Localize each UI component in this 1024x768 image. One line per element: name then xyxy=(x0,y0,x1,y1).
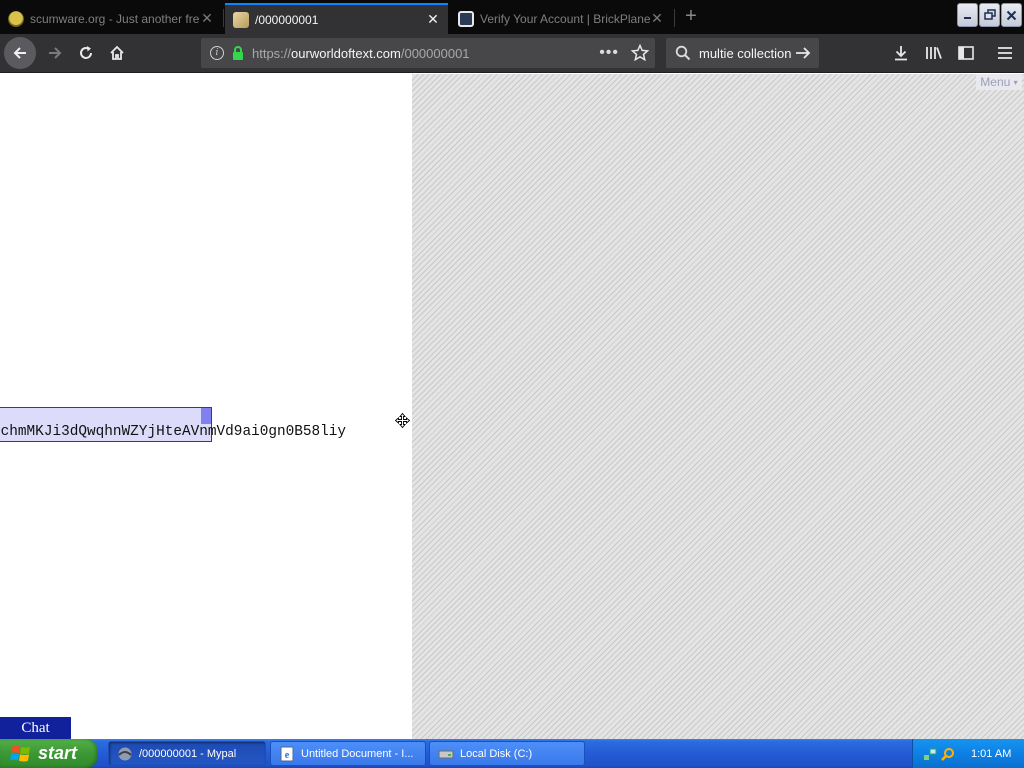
search-query: multie collection xyxy=(699,45,792,61)
restore-icon xyxy=(983,9,996,20)
tab-title: /000000001 xyxy=(255,12,319,27)
library-button[interactable] xyxy=(920,38,948,68)
reload-icon xyxy=(80,46,92,59)
map-scroll-favicon-icon xyxy=(233,11,249,28)
tab-title: Verify Your Account | BrickPlanet xyxy=(480,11,650,26)
chevron-down-icon: ▾ xyxy=(1013,77,1018,87)
tab-separator xyxy=(674,9,675,27)
url-scheme: https:// xyxy=(252,45,292,61)
taskbar-item-label: /000000001 - Mypal xyxy=(139,747,237,760)
svg-text:e: e xyxy=(285,750,290,761)
brickplanet-favicon-icon xyxy=(458,10,474,27)
minimize-button[interactable] xyxy=(957,3,978,27)
tab-ourworldoftext[interactable]: /000000001 ✕ xyxy=(225,3,448,34)
restore-button[interactable] xyxy=(979,3,1000,27)
search-magnifier-icon[interactable] xyxy=(941,747,955,761)
internet-explorer-icon: e xyxy=(280,746,294,761)
chat-button[interactable]: Chat xyxy=(0,717,71,739)
close-icon[interactable]: ✕ xyxy=(426,11,440,28)
url-text[interactable]: https://ourworldoftext.com/000000001 xyxy=(252,46,599,61)
taskbar-item-untitled-document[interactable]: e Untitled Document - I... xyxy=(270,741,426,766)
arrow-right-icon xyxy=(49,47,62,59)
address-bar[interactable]: i https://ourworldoftext.com/000000001 •… xyxy=(201,38,655,68)
clock[interactable]: 1:01 AM xyxy=(971,748,1011,760)
downloads-button[interactable] xyxy=(887,38,915,68)
page-actions-icon[interactable]: ••• xyxy=(599,44,619,62)
navigation-toolbar: i https://ourworldoftext.com/000000001 •… xyxy=(0,34,1024,73)
close-window-button[interactable] xyxy=(1001,3,1022,27)
taskbar-item-local-disk[interactable]: Local Disk (C:) xyxy=(429,741,585,766)
hard-drive-icon xyxy=(438,750,454,758)
tab-brickplanet[interactable]: Verify Your Account | BrickPlanet ✕ xyxy=(450,3,672,34)
network-icon[interactable] xyxy=(923,747,937,761)
sidebar-icon xyxy=(958,46,974,60)
download-icon xyxy=(895,46,907,61)
minimize-icon xyxy=(963,17,971,19)
close-icon[interactable]: ✕ xyxy=(200,10,214,27)
taskbar-item-label: Untitled Document - I... xyxy=(301,747,414,760)
world-text-line[interactable]: vchmMKJi3dQwqhnWZYjHteAVnmVd9ai0gn0B58li… xyxy=(0,423,346,441)
close-icon[interactable]: ✕ xyxy=(650,10,664,27)
unloaded-world-area xyxy=(412,74,1024,739)
url-host: ourworldoftext.com xyxy=(291,45,401,61)
home-button[interactable] xyxy=(102,38,132,68)
menu-label: Menu xyxy=(980,75,1011,89)
lock-icon[interactable] xyxy=(232,46,244,60)
search-go-arrow-icon[interactable] xyxy=(795,45,811,61)
close-icon xyxy=(1006,10,1017,20)
move-cursor-icon xyxy=(395,413,410,428)
tab-title: scumware.org - Just another fre xyxy=(30,11,200,26)
sidebar-button[interactable] xyxy=(952,38,980,68)
start-button[interactable]: start xyxy=(0,739,98,768)
hamburger-menu-icon xyxy=(998,47,1012,59)
windows-logo-icon xyxy=(10,745,30,762)
tab-scumware[interactable]: scumware.org - Just another fre ✕ xyxy=(0,3,222,34)
mypal-browser-icon xyxy=(118,747,132,760)
window-controls xyxy=(957,3,1022,27)
tab-separator xyxy=(223,9,224,27)
system-tray: 1:01 AM xyxy=(912,739,1024,768)
tab-strip: scumware.org - Just another fre ✕ /00000… xyxy=(0,0,1024,34)
world-menu-button[interactable]: Menu ▾ xyxy=(976,74,1022,90)
url-path: /000000001 xyxy=(400,45,470,61)
search-icon xyxy=(675,45,691,61)
home-icon xyxy=(110,45,124,60)
taskbar-item-label: Local Disk (C:) xyxy=(460,747,533,760)
bookmark-star-icon[interactable] xyxy=(631,44,649,62)
start-label: start xyxy=(38,743,78,763)
page-viewport[interactable]: Menu ▾ vchmMKJi3dQwqhnWZYjHteAVnmVd9ai0g… xyxy=(0,74,1024,739)
page-info-icon[interactable]: i xyxy=(210,46,224,60)
hamburger-menu-button[interactable] xyxy=(991,38,1019,68)
taskbar-item-mypal[interactable]: /000000001 - Mypal xyxy=(108,741,266,766)
windows-taskbar: start /000000001 - Mypal e Untitled Docu… xyxy=(0,739,1024,768)
reload-button[interactable] xyxy=(71,38,101,68)
forward-button[interactable] xyxy=(40,38,70,68)
search-bar[interactable]: multie collection xyxy=(666,38,819,68)
selection-handle[interactable] xyxy=(201,408,211,424)
back-button[interactable] xyxy=(4,37,36,69)
arrow-left-icon xyxy=(13,47,26,59)
library-icon xyxy=(926,47,942,59)
troll-face-favicon-icon xyxy=(8,10,24,27)
new-tab-button[interactable]: + xyxy=(680,5,702,27)
